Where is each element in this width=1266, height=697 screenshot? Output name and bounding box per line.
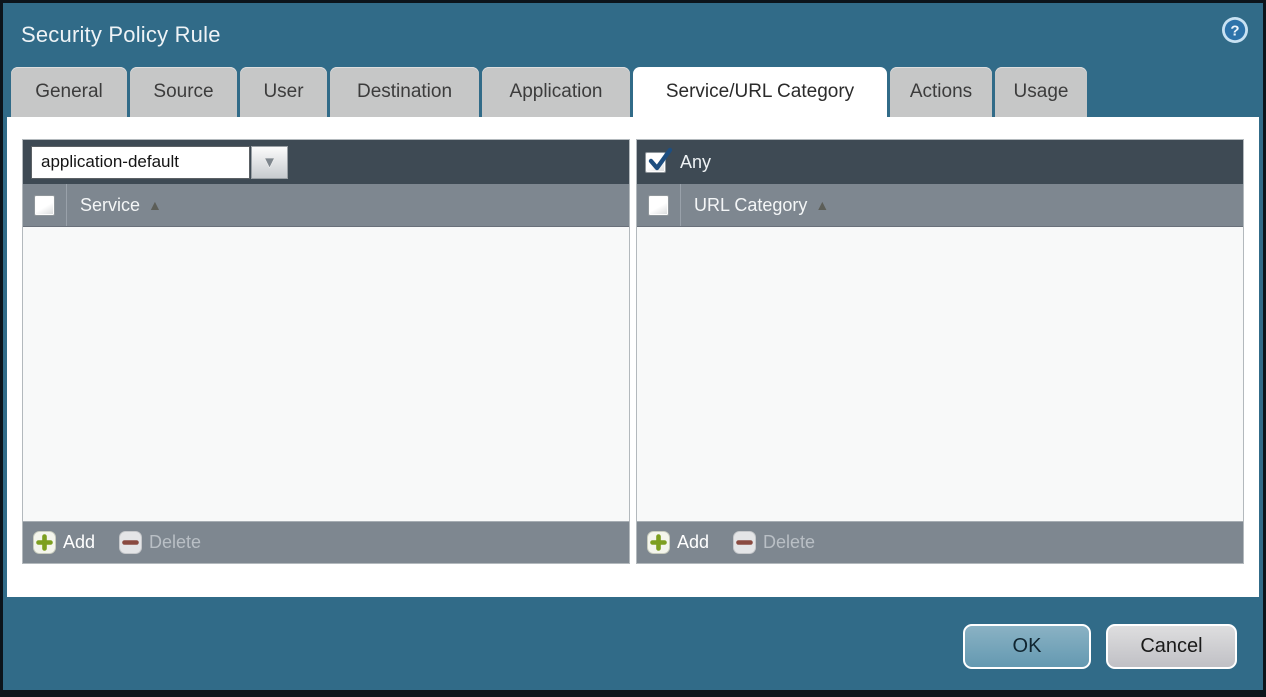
url-category-add-button[interactable]: Add [647,531,709,554]
any-checkbox[interactable] [645,152,666,173]
url-category-column-header-row: URL Category ▲ [637,184,1243,227]
service-panel-header: application-default ▼ [23,140,629,184]
dropdown-arrow-icon[interactable]: ▼ [251,146,288,179]
tab-destination[interactable]: Destination [330,67,479,117]
tab-user[interactable]: User [240,67,327,117]
plus-icon [647,531,670,554]
minus-icon [119,531,142,554]
url-category-toolbar: Add Delete [637,521,1243,563]
url-category-list [637,227,1243,521]
url-category-select-all-cell [637,184,681,226]
sort-asc-icon[interactable]: ▲ [148,197,162,213]
tab-general[interactable]: General [11,67,127,117]
service-type-value[interactable]: application-default [31,146,250,179]
minus-icon [733,531,756,554]
service-column-label: Service [80,195,140,216]
url-category-delete-button[interactable]: Delete [733,531,815,554]
tab-service-url-category[interactable]: Service/URL Category [633,67,887,117]
service-panel: application-default ▼ Service ▲ [22,139,630,564]
dialog-title: Security Policy Rule [21,22,221,48]
dialog-footer: OK Cancel [3,597,1263,690]
service-toolbar: Add Delete [23,521,629,563]
url-category-select-all-checkbox[interactable] [648,195,669,216]
tab-application[interactable]: Application [482,67,630,117]
cancel-button[interactable]: Cancel [1106,624,1237,669]
tab-content: application-default ▼ Service ▲ [7,117,1259,597]
tab-usage[interactable]: Usage [995,67,1087,117]
service-list [23,227,629,521]
service-add-button[interactable]: Add [33,531,95,554]
service-type-dropdown[interactable]: application-default ▼ [31,146,288,179]
help-icon[interactable]: ? [1221,16,1249,44]
security-policy-rule-dialog: Security Policy Rule ? General Source Us… [0,0,1266,697]
any-label: Any [680,152,711,173]
service-delete-button[interactable]: Delete [119,531,201,554]
delete-label: Delete [149,532,201,553]
help-glyph: ? [1230,23,1239,40]
checkmark-icon [646,147,673,174]
delete-label: Delete [763,532,815,553]
url-category-panel-header: Any [637,140,1243,184]
url-category-panel: Any URL Category ▲ Ad [636,139,1244,564]
plus-icon [33,531,56,554]
url-category-column-label: URL Category [694,195,807,216]
tab-strip: General Source User Destination Applicat… [3,67,1263,117]
title-bar: Security Policy Rule [3,3,1263,67]
tab-actions[interactable]: Actions [890,67,992,117]
service-column-header-row: Service ▲ [23,184,629,227]
add-label: Add [63,532,95,553]
ok-button[interactable]: OK [963,624,1091,669]
tab-source[interactable]: Source [130,67,237,117]
add-label: Add [677,532,709,553]
service-select-all-checkbox[interactable] [34,195,55,216]
service-select-all-cell [23,184,67,226]
sort-asc-icon[interactable]: ▲ [815,197,829,213]
